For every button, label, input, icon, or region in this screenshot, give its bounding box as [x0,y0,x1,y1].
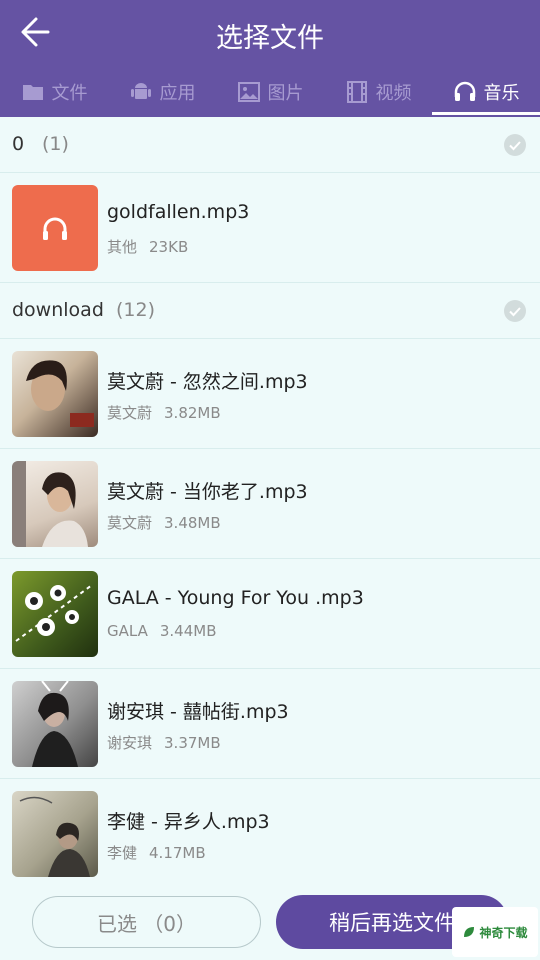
section-header[interactable]: download (12) [0,283,540,339]
watermark-text: 神奇下载 [479,925,528,940]
list-item[interactable]: 李健 - 异乡人.mp3 李健 4.17MB [0,779,540,889]
tab-music-label: 音乐 [483,82,520,104]
tab-files-label: 文件 [51,82,88,104]
file-size: 4.17MB [149,844,206,862]
tab-apps-label: 应用 [159,82,196,104]
album-cover [12,351,98,437]
file-artist: 莫文蔚 [107,514,153,532]
selected-button[interactable]: 已选 （0） [32,896,261,948]
tab-bar: 文件 应用 图片 视频 音乐 [0,66,540,117]
leaf-icon [464,927,475,937]
file-artist: 谢安琪 [107,734,153,752]
tab-music[interactable]: 音乐 [432,66,540,117]
portrait-image [26,360,94,427]
check-icon [509,141,521,151]
file-meta: 其他 23KB [107,236,188,257]
film-icon [346,80,367,103]
file-size: 3.48MB [164,514,221,532]
section-name: 0 [12,133,25,155]
tab-images[interactable]: 图片 [216,66,324,117]
list-item[interactable]: 莫文蔚 - 忽然之间.mp3 莫文蔚 3.82MB [0,339,540,449]
file-name: goldfallen.mp3 [107,201,250,223]
list-item[interactable]: 莫文蔚 - 当你老了.mp3 莫文蔚 3.48MB [0,449,540,559]
list-item[interactable]: 谢安琪 - 囍帖街.mp3 谢安琪 3.37MB [0,669,540,779]
album-cover [12,681,98,767]
file-size: 23KB [149,238,189,256]
portrait-image [32,681,78,767]
file-name: 莫文蔚 - 忽然之间.mp3 [107,371,308,393]
android-icon [130,82,151,99]
file-artist: 李健 [107,844,138,862]
section-count: (12) [116,299,156,321]
app-header: 选择文件 文件 应用 图片 视频 音乐 [0,0,540,117]
section-count: (1) [42,133,69,155]
file-name: 谢安琪 - 囍帖街.mp3 [107,701,289,723]
list-item[interactable]: goldfallen.mp3 其他 23KB [0,173,540,283]
abstract-image [15,584,93,642]
headphones-icon [43,217,67,240]
tab-videos-label: 视频 [375,82,412,104]
file-size: 3.37MB [164,734,221,752]
album-cover [12,791,98,877]
file-name: 李健 - 异乡人.mp3 [107,811,270,833]
headphones-icon [454,81,475,101]
section-name: download [12,299,104,321]
tab-videos[interactable]: 视频 [324,66,432,117]
tab-images-label: 图片 [267,82,304,104]
file-meta: 莫文蔚 3.82MB [107,402,221,423]
album-cover [12,461,98,547]
portrait-image [19,796,90,877]
file-meta: 谢安琪 3.37MB [107,732,221,753]
file-artist: 莫文蔚 [107,404,153,422]
check-icon [509,307,521,317]
folder-icon [22,84,43,100]
select-all-checkbox[interactable] [504,134,526,156]
tab-apps[interactable]: 应用 [108,66,216,117]
file-meta: 李健 4.17MB [107,842,206,863]
file-artist: 其他 [107,238,138,256]
image-icon [237,81,260,102]
section-header[interactable]: 0 (1) [0,117,540,173]
file-meta: GALA 3.44MB [107,622,217,640]
page-title: 选择文件 [216,23,324,54]
file-name: GALA - Young For You .mp3 [107,587,364,609]
select-all-checkbox[interactable] [504,300,526,322]
tab-files[interactable]: 文件 [0,66,108,117]
file-name: 莫文蔚 - 当你老了.mp3 [107,481,308,503]
music-file-thumbnail [12,185,98,271]
portrait-image [12,461,88,547]
watermark-logo: 神奇下载 [452,907,538,957]
bottom-bar: 已选 （0） 稍后再选文件 神奇下载 [0,885,540,960]
file-list: 0 (1) goldfallen.mp3 其他 23KB download (12… [0,117,540,889]
file-size: 3.82MB [164,404,221,422]
file-meta: 莫文蔚 3.48MB [107,512,221,533]
file-artist: GALA [107,622,148,640]
list-item[interactable]: GALA - Young For You .mp3 GALA 3.44MB [0,559,540,669]
file-size: 3.44MB [159,622,217,640]
album-cover [12,571,98,657]
